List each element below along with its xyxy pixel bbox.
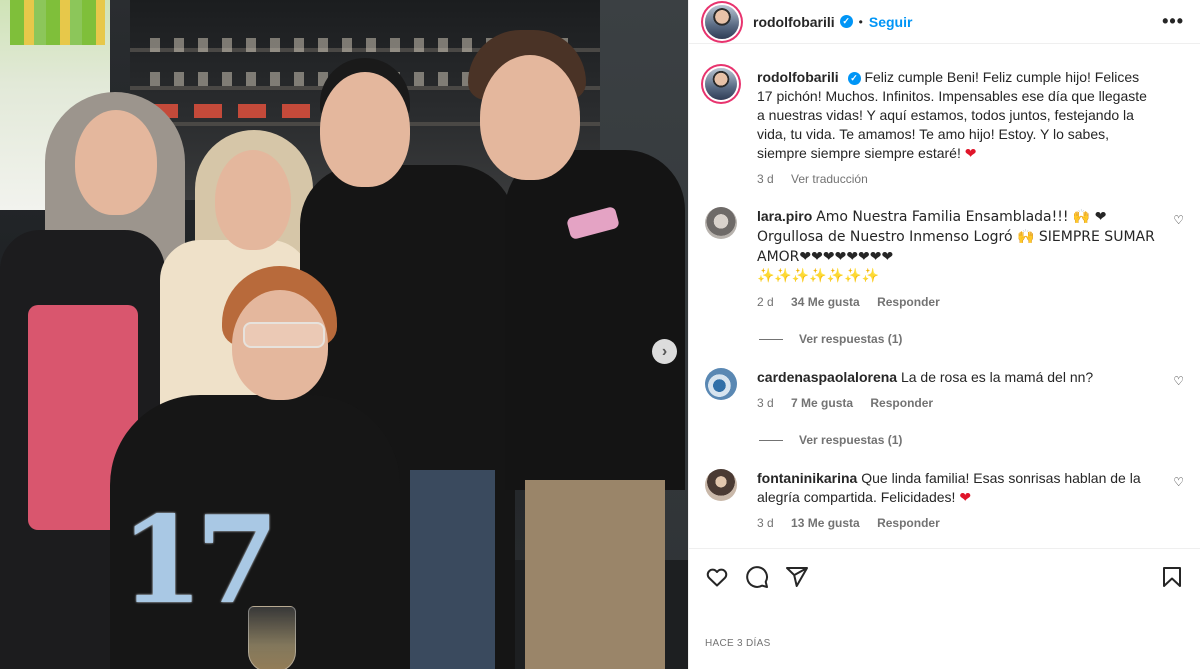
commenter-avatar[interactable]: [705, 368, 737, 400]
likes-summary-area: [705, 591, 1184, 621]
chevron-right-icon: ›: [661, 342, 668, 360]
comments-list[interactable]: rodolfobarili ✓ Feliz cumple Beni! Feliz…: [689, 44, 1200, 548]
comment-bubble-icon[interactable]: [745, 565, 769, 589]
comment-time: 3 d: [757, 516, 774, 530]
comment-username[interactable]: fontaninikarina: [757, 470, 857, 486]
reply-button[interactable]: Responder: [870, 396, 933, 410]
save-bookmark-icon[interactable]: [1160, 565, 1184, 589]
author-avatar[interactable]: [705, 4, 739, 39]
comment-text: Amo Nuestra Familia Ensamblada!!! 🙌 ❤ Or…: [757, 209, 1155, 265]
comment-username[interactable]: lara.piro: [757, 208, 812, 224]
see-translation-link[interactable]: Ver traducción: [791, 172, 868, 186]
comment-item: lara.piro Amo Nuestra Familia Ensamblada…: [705, 207, 1184, 310]
sparkles-emoji-row: ✨✨✨✨✨✨✨: [757, 268, 880, 284]
view-replies-button[interactable]: Ver respuestas (1): [759, 332, 1184, 346]
comment-time: 3 d: [757, 396, 774, 410]
reply-button[interactable]: Responder: [877, 295, 940, 309]
comment-likes[interactable]: 7 Me gusta: [791, 396, 853, 410]
replies-divider: [759, 338, 783, 340]
author-username[interactable]: rodolfobarili: [753, 14, 835, 30]
comment-time: 2 d: [757, 295, 774, 309]
comment-likes[interactable]: 34 Me gusta: [791, 295, 860, 309]
view-replies-label: Ver respuestas (1): [799, 332, 903, 346]
caption-time: 3 d: [757, 172, 774, 186]
verified-badge-icon: ✓: [839, 15, 853, 28]
carousel-next-button[interactable]: ›: [652, 339, 677, 364]
view-replies-button[interactable]: Ver respuestas (1): [759, 433, 1184, 447]
post-timestamp: HACE 3 DÍAS: [705, 638, 771, 649]
follow-button[interactable]: Seguir: [869, 14, 913, 30]
comment-likes[interactable]: 13 Me gusta: [791, 516, 860, 530]
post-photo[interactable]: 17 ›: [0, 0, 688, 669]
separator-dot: •: [858, 14, 863, 29]
commenter-avatar[interactable]: [705, 469, 737, 501]
comment-like-heart-icon[interactable]: ♡: [1173, 374, 1184, 388]
post-header: rodolfobarili ✓ • Seguir •••: [689, 0, 1200, 44]
comment-like-heart-icon[interactable]: ♡: [1173, 213, 1184, 227]
champagne-glass: [248, 606, 296, 669]
comment-item: cardenaspaolalorena La de rosa es la mam…: [705, 368, 1184, 411]
verified-badge-icon: ✓: [847, 72, 861, 85]
share-paper-plane-icon[interactable]: [785, 565, 809, 589]
heart-emoji: ❤: [959, 489, 972, 505]
comment-like-heart-icon[interactable]: ♡: [1173, 475, 1184, 489]
more-options-icon[interactable]: •••: [1162, 11, 1184, 32]
red-box-row: [150, 104, 310, 118]
background-stained-glass: [10, 0, 105, 45]
post-sidebar: rodolfobarili ✓ • Seguir ••• rodolfobari…: [688, 0, 1200, 669]
comment-text: La de rosa es la mamá del nn?: [900, 369, 1094, 385]
replies-divider: [759, 439, 783, 441]
caption-username[interactable]: rodolfobarili: [757, 69, 839, 85]
caption-avatar[interactable]: [705, 68, 737, 100]
comment-item: fontaninikarina Que linda familia! Esas …: [705, 469, 1184, 531]
commenter-avatar[interactable]: [705, 207, 737, 239]
comment-username[interactable]: cardenaspaolalorena: [757, 369, 897, 385]
like-heart-icon[interactable]: [705, 565, 729, 589]
post-actions: HACE 3 DÍAS: [689, 548, 1200, 669]
reply-button[interactable]: Responder: [877, 516, 940, 530]
heart-emoji: ❤: [964, 145, 977, 161]
post-caption: rodolfobarili ✓ Feliz cumple Beni! Feliz…: [705, 68, 1184, 187]
view-replies-label: Ver respuestas (1): [799, 433, 903, 447]
